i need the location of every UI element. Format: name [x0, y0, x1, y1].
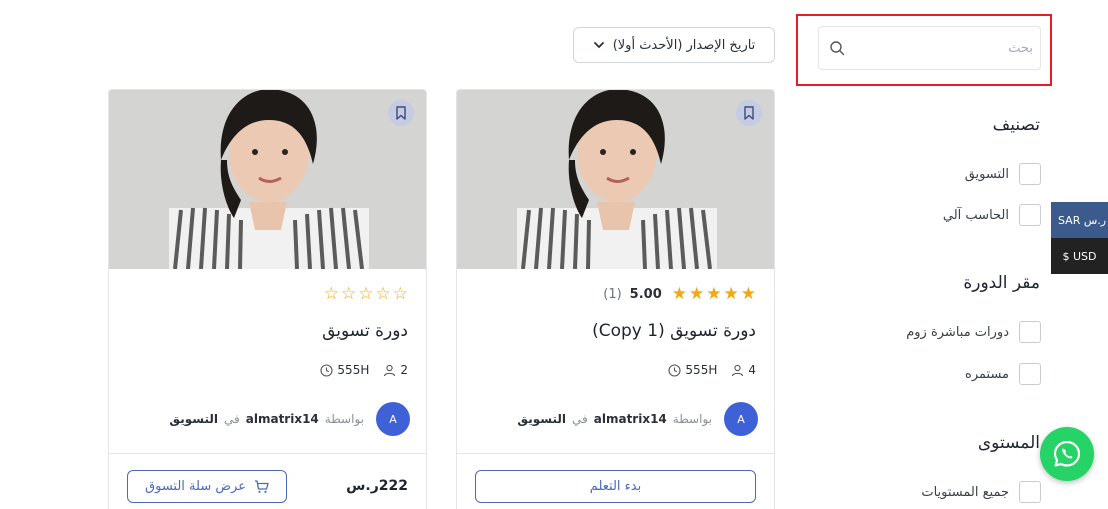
- course-meta: 4 555H: [668, 363, 756, 377]
- category-section-title: تصنيف: [992, 115, 1040, 135]
- star-outline-icon: ☆: [392, 284, 408, 304]
- by-label: بواسطة: [324, 412, 364, 426]
- filter-label: مستمره: [965, 366, 1009, 382]
- checkbox[interactable]: [1019, 204, 1041, 226]
- filter-ongoing[interactable]: مستمره: [965, 363, 1041, 385]
- view-cart-label: عرض سلة التسوق: [145, 479, 246, 494]
- filter-zoom-live[interactable]: دورات مباشرة زوم: [906, 321, 1041, 343]
- filter-computer[interactable]: الحاسب آلي: [943, 204, 1041, 226]
- course-rating: ★ ★ ★ ★ ★ 5.00 (1): [603, 286, 756, 303]
- clock-icon: [668, 363, 681, 377]
- students-count: 4: [731, 363, 756, 377]
- course-byline: A بواسطة almatrix14 في التسويق: [517, 402, 758, 436]
- course-rating: ☆ ☆ ☆ ☆ ☆: [324, 286, 408, 303]
- course-card[interactable]: ★ ★ ★ ★ ★ 5.00 (1) دورة تسويق (Copy 1) 4…: [456, 89, 775, 509]
- in-label: في: [224, 412, 240, 426]
- in-label: في: [572, 412, 588, 426]
- card-divider: [109, 453, 426, 454]
- level-section-title: المستوى: [977, 433, 1040, 453]
- course-thumbnail[interactable]: [457, 90, 774, 269]
- whatsapp-button[interactable]: [1040, 427, 1094, 481]
- star-icon: ★: [706, 284, 722, 304]
- filter-label: دورات مباشرة زوم: [906, 324, 1009, 340]
- chevron-down-icon: [593, 42, 604, 48]
- course-duration: 555H: [320, 363, 369, 377]
- course-title[interactable]: دورة تسويق (Copy 1): [592, 321, 756, 341]
- checkbox[interactable]: [1019, 321, 1041, 343]
- bookmark-icon[interactable]: [736, 100, 762, 126]
- star-icon: ★: [689, 284, 705, 304]
- currency-sar-button[interactable]: SAR ر.س: [1051, 202, 1108, 238]
- currency-usd-button[interactable]: $ USD: [1051, 238, 1108, 274]
- category-link[interactable]: التسويق: [169, 412, 218, 426]
- clock-icon: [320, 363, 333, 377]
- rating-value: 5.00: [629, 287, 662, 302]
- start-learning-button[interactable]: بدء التعلم: [475, 470, 756, 503]
- sort-selected-label: تاريخ الإصدار (الأحدث أولا): [612, 37, 756, 53]
- course-card[interactable]: ☆ ☆ ☆ ☆ ☆ دورة تسويق 2 555H A بواسطة alm…: [108, 89, 427, 509]
- checkbox[interactable]: [1019, 363, 1041, 385]
- whatsapp-icon: [1053, 440, 1081, 467]
- category-link[interactable]: التسويق: [517, 412, 566, 426]
- students-count: 2: [383, 363, 408, 377]
- view-cart-button[interactable]: عرض سلة التسوق: [127, 470, 287, 503]
- star-outline-icon: ☆: [341, 284, 357, 304]
- course-meta: 2 555H: [320, 363, 408, 377]
- bookmark-icon[interactable]: [388, 100, 414, 126]
- star-outline-icon: ☆: [375, 284, 391, 304]
- card-divider: [457, 453, 774, 454]
- user-icon: [384, 364, 396, 376]
- avatar[interactable]: A: [376, 402, 410, 436]
- filter-label: جميع المستويات: [921, 484, 1009, 500]
- search-icon[interactable]: [829, 40, 845, 56]
- course-duration: 555H: [668, 363, 717, 377]
- course-thumbnail[interactable]: [109, 90, 426, 269]
- star-icon: ★: [723, 284, 739, 304]
- checkbox[interactable]: [1019, 163, 1041, 185]
- filter-all-levels[interactable]: جميع المستويات: [921, 481, 1041, 503]
- star-outline-icon: ☆: [323, 284, 339, 304]
- course-byline: A بواسطة almatrix14 في التسويق: [169, 402, 410, 436]
- course-price: 222ر.س: [346, 478, 408, 494]
- location-section-title: مقر الدورة: [963, 273, 1040, 293]
- filter-label: التسويق: [964, 166, 1009, 182]
- search-input[interactable]: [853, 27, 1033, 69]
- cart-icon: [255, 480, 269, 493]
- course-title[interactable]: دورة تسويق: [322, 321, 408, 341]
- search-field[interactable]: [818, 26, 1041, 70]
- star-outline-icon: ☆: [358, 284, 374, 304]
- avatar[interactable]: A: [724, 402, 758, 436]
- by-label: بواسطة: [672, 412, 712, 426]
- checkbox[interactable]: [1019, 481, 1041, 503]
- rating-count: (1): [603, 287, 622, 302]
- author-link[interactable]: almatrix14: [246, 412, 319, 426]
- filter-label: الحاسب آلي: [942, 207, 1009, 223]
- author-link[interactable]: almatrix14: [594, 412, 667, 426]
- user-icon: [732, 364, 744, 376]
- star-icon: ★: [740, 284, 756, 304]
- star-icon: ★: [671, 284, 687, 304]
- sort-dropdown[interactable]: تاريخ الإصدار (الأحدث أولا): [573, 27, 775, 63]
- filter-marketing[interactable]: التسويق: [965, 163, 1041, 185]
